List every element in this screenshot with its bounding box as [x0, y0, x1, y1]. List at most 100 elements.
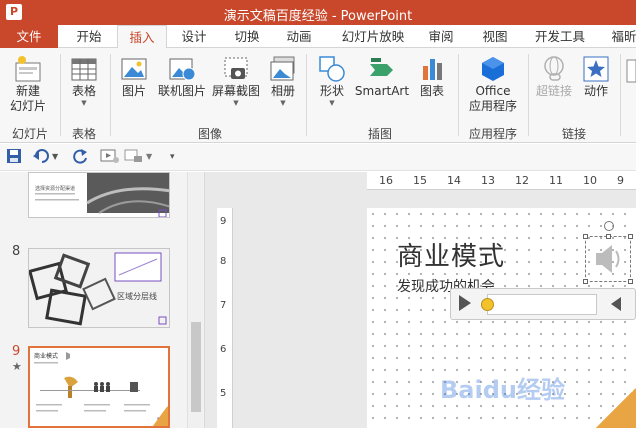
chart-button[interactable]: 图表	[412, 54, 452, 99]
undo-icon[interactable]	[32, 148, 52, 166]
group-label-tables: 表格	[71, 127, 96, 141]
speaker-icon	[596, 245, 620, 273]
picture-button[interactable]: 图片	[116, 54, 152, 99]
audio-progress-track[interactable]	[487, 294, 597, 315]
new-slide-icon	[15, 56, 41, 82]
ruler-tick: 13	[481, 174, 495, 187]
action-button[interactable]: 动作	[578, 54, 614, 99]
screenshot-button[interactable]: 屏幕截图 ▼	[210, 54, 262, 107]
ruler-tick: 7	[220, 300, 227, 311]
slide-thumbnail-9[interactable]: 商业模式	[28, 346, 170, 428]
shapes-button[interactable]: 形状 ▼	[312, 54, 352, 107]
slide-thumbnail-pane: 选择资源分配渠道 8 区域分层线 9 ★ 商业模式	[0, 172, 205, 428]
tab-review[interactable]: 审阅	[418, 25, 464, 48]
screenshot-icon	[224, 57, 248, 79]
tab-insert[interactable]: 插入	[117, 25, 167, 49]
dropdown-caret-icon: ▼	[329, 99, 335, 107]
resize-handle[interactable]	[628, 234, 633, 239]
office-apps-button[interactable]: Office 应用程序	[462, 54, 524, 114]
slide-number-9: 9	[12, 344, 21, 359]
audio-object[interactable]	[583, 221, 633, 284]
scrollbar-thumb[interactable]	[191, 322, 201, 412]
dropdown-caret-icon: ▼	[81, 99, 87, 107]
qat-dropdown-icon[interactable]: ▼	[146, 148, 152, 166]
photo-album-button[interactable]: 相册 ▼	[264, 54, 302, 107]
redo-icon[interactable]	[72, 148, 88, 166]
hyperlink-button[interactable]: 超链接	[532, 54, 576, 99]
play-icon[interactable]	[459, 295, 471, 311]
tab-developer[interactable]: 开发工具	[526, 25, 594, 48]
new-slide-button[interactable]: 新建 幻灯片	[4, 54, 52, 114]
save-icon[interactable]	[6, 148, 22, 166]
group-label-apps: 应用程序	[468, 127, 517, 141]
action-star-icon	[583, 56, 609, 82]
tab-file[interactable]: 文件	[0, 25, 58, 48]
ruler-tick: 14	[447, 174, 461, 187]
ribbon-overflow-icon[interactable]	[624, 56, 636, 89]
smartart-icon	[370, 58, 393, 76]
group-label-images: 图像	[197, 127, 222, 141]
slide-thumbnail-7[interactable]: 选择资源分配渠道	[28, 172, 170, 218]
smartart-button[interactable]: SmartArt	[354, 54, 410, 99]
customize-qat-icon[interactable]: ▾	[170, 148, 175, 166]
photo-album-icon	[270, 56, 295, 81]
presenter-icon[interactable]	[124, 148, 144, 166]
window-title: 演示文稿百度经验 - PowerPoint	[223, 9, 413, 24]
group-separator	[60, 54, 61, 136]
slide-9-preview	[30, 348, 168, 426]
picture-icon	[121, 58, 147, 80]
vertical-ruler: 9 8 7 6 5	[217, 208, 233, 428]
table-button[interactable]: 表格 ▼	[64, 54, 104, 107]
tab-view[interactable]: 视图	[472, 25, 518, 48]
ruler-tick: 15	[413, 174, 427, 187]
thumbnail-scrollbar[interactable]	[187, 172, 203, 428]
ruler-tick: 11	[549, 174, 563, 187]
ribbon-tabs: 文件 开始 插入 设计 切换 动画 幻灯片放映 审阅 视图 开发工具 福昕	[0, 25, 636, 49]
resize-handle[interactable]	[583, 234, 588, 239]
group-separator	[620, 54, 621, 136]
group-label-slides: 幻灯片	[11, 127, 48, 141]
ruler-tick: 16	[379, 174, 393, 187]
slide-7-text: 选择资源分配渠道	[35, 186, 76, 192]
audio-progress-knob[interactable]	[481, 298, 494, 311]
slide-9-title: 商业模式	[34, 353, 59, 360]
resize-handle[interactable]	[606, 234, 611, 239]
table-icon	[71, 58, 97, 81]
ribbon: 新建 幻灯片 幻灯片 表格 ▼ 表格 图片 联机图片 屏幕截图 ▼ 相册 ▼ 图…	[0, 48, 636, 143]
ruler-tick: 10	[583, 174, 597, 187]
group-separator	[458, 54, 459, 136]
ruler-tick: 9	[220, 216, 227, 227]
ruler-tick: 6	[220, 344, 227, 355]
tab-design[interactable]: 设计	[172, 25, 216, 48]
quick-access-toolbar: ▼ ▼ ▾	[0, 144, 636, 171]
chart-icon	[423, 59, 442, 80]
volume-icon[interactable]	[611, 297, 621, 311]
rotate-handle-icon[interactable]	[604, 221, 614, 231]
baidu-watermark: Baidu经验	[440, 376, 565, 404]
undo-dropdown-icon[interactable]: ▼	[52, 148, 58, 166]
ruler-tick: 9	[617, 174, 624, 187]
tab-slideshow[interactable]: 幻灯片放映	[334, 25, 412, 48]
tab-foxit[interactable]: 福昕	[604, 25, 636, 48]
tab-transitions[interactable]: 切换	[224, 25, 270, 48]
hyperlink-icon	[544, 56, 564, 81]
resize-handle[interactable]	[628, 279, 633, 284]
ruler-tick: 5	[220, 388, 227, 399]
start-from-beginning-icon[interactable]	[100, 148, 120, 166]
group-separator	[110, 54, 111, 136]
online-picture-button[interactable]: 联机图片	[154, 54, 210, 99]
tab-home[interactable]: 开始	[66, 25, 112, 48]
office-store-icon	[482, 57, 504, 81]
shapes-icon	[319, 56, 345, 82]
slide-8-preview	[29, 249, 169, 327]
resize-handle[interactable]	[583, 279, 588, 284]
audio-player-bar[interactable]	[450, 288, 636, 320]
slide-thumbnail-8[interactable]: 区域分层线	[28, 248, 170, 328]
group-separator	[528, 54, 529, 136]
group-label-illustrations: 插图	[367, 127, 392, 141]
slide-number-8: 8	[12, 244, 21, 259]
dropdown-caret-icon: ▼	[280, 99, 286, 107]
tab-animations[interactable]: 动画	[276, 25, 322, 48]
slide-8-text: 区域分层线	[117, 292, 157, 301]
slide-title[interactable]: 商业模式	[397, 236, 505, 273]
